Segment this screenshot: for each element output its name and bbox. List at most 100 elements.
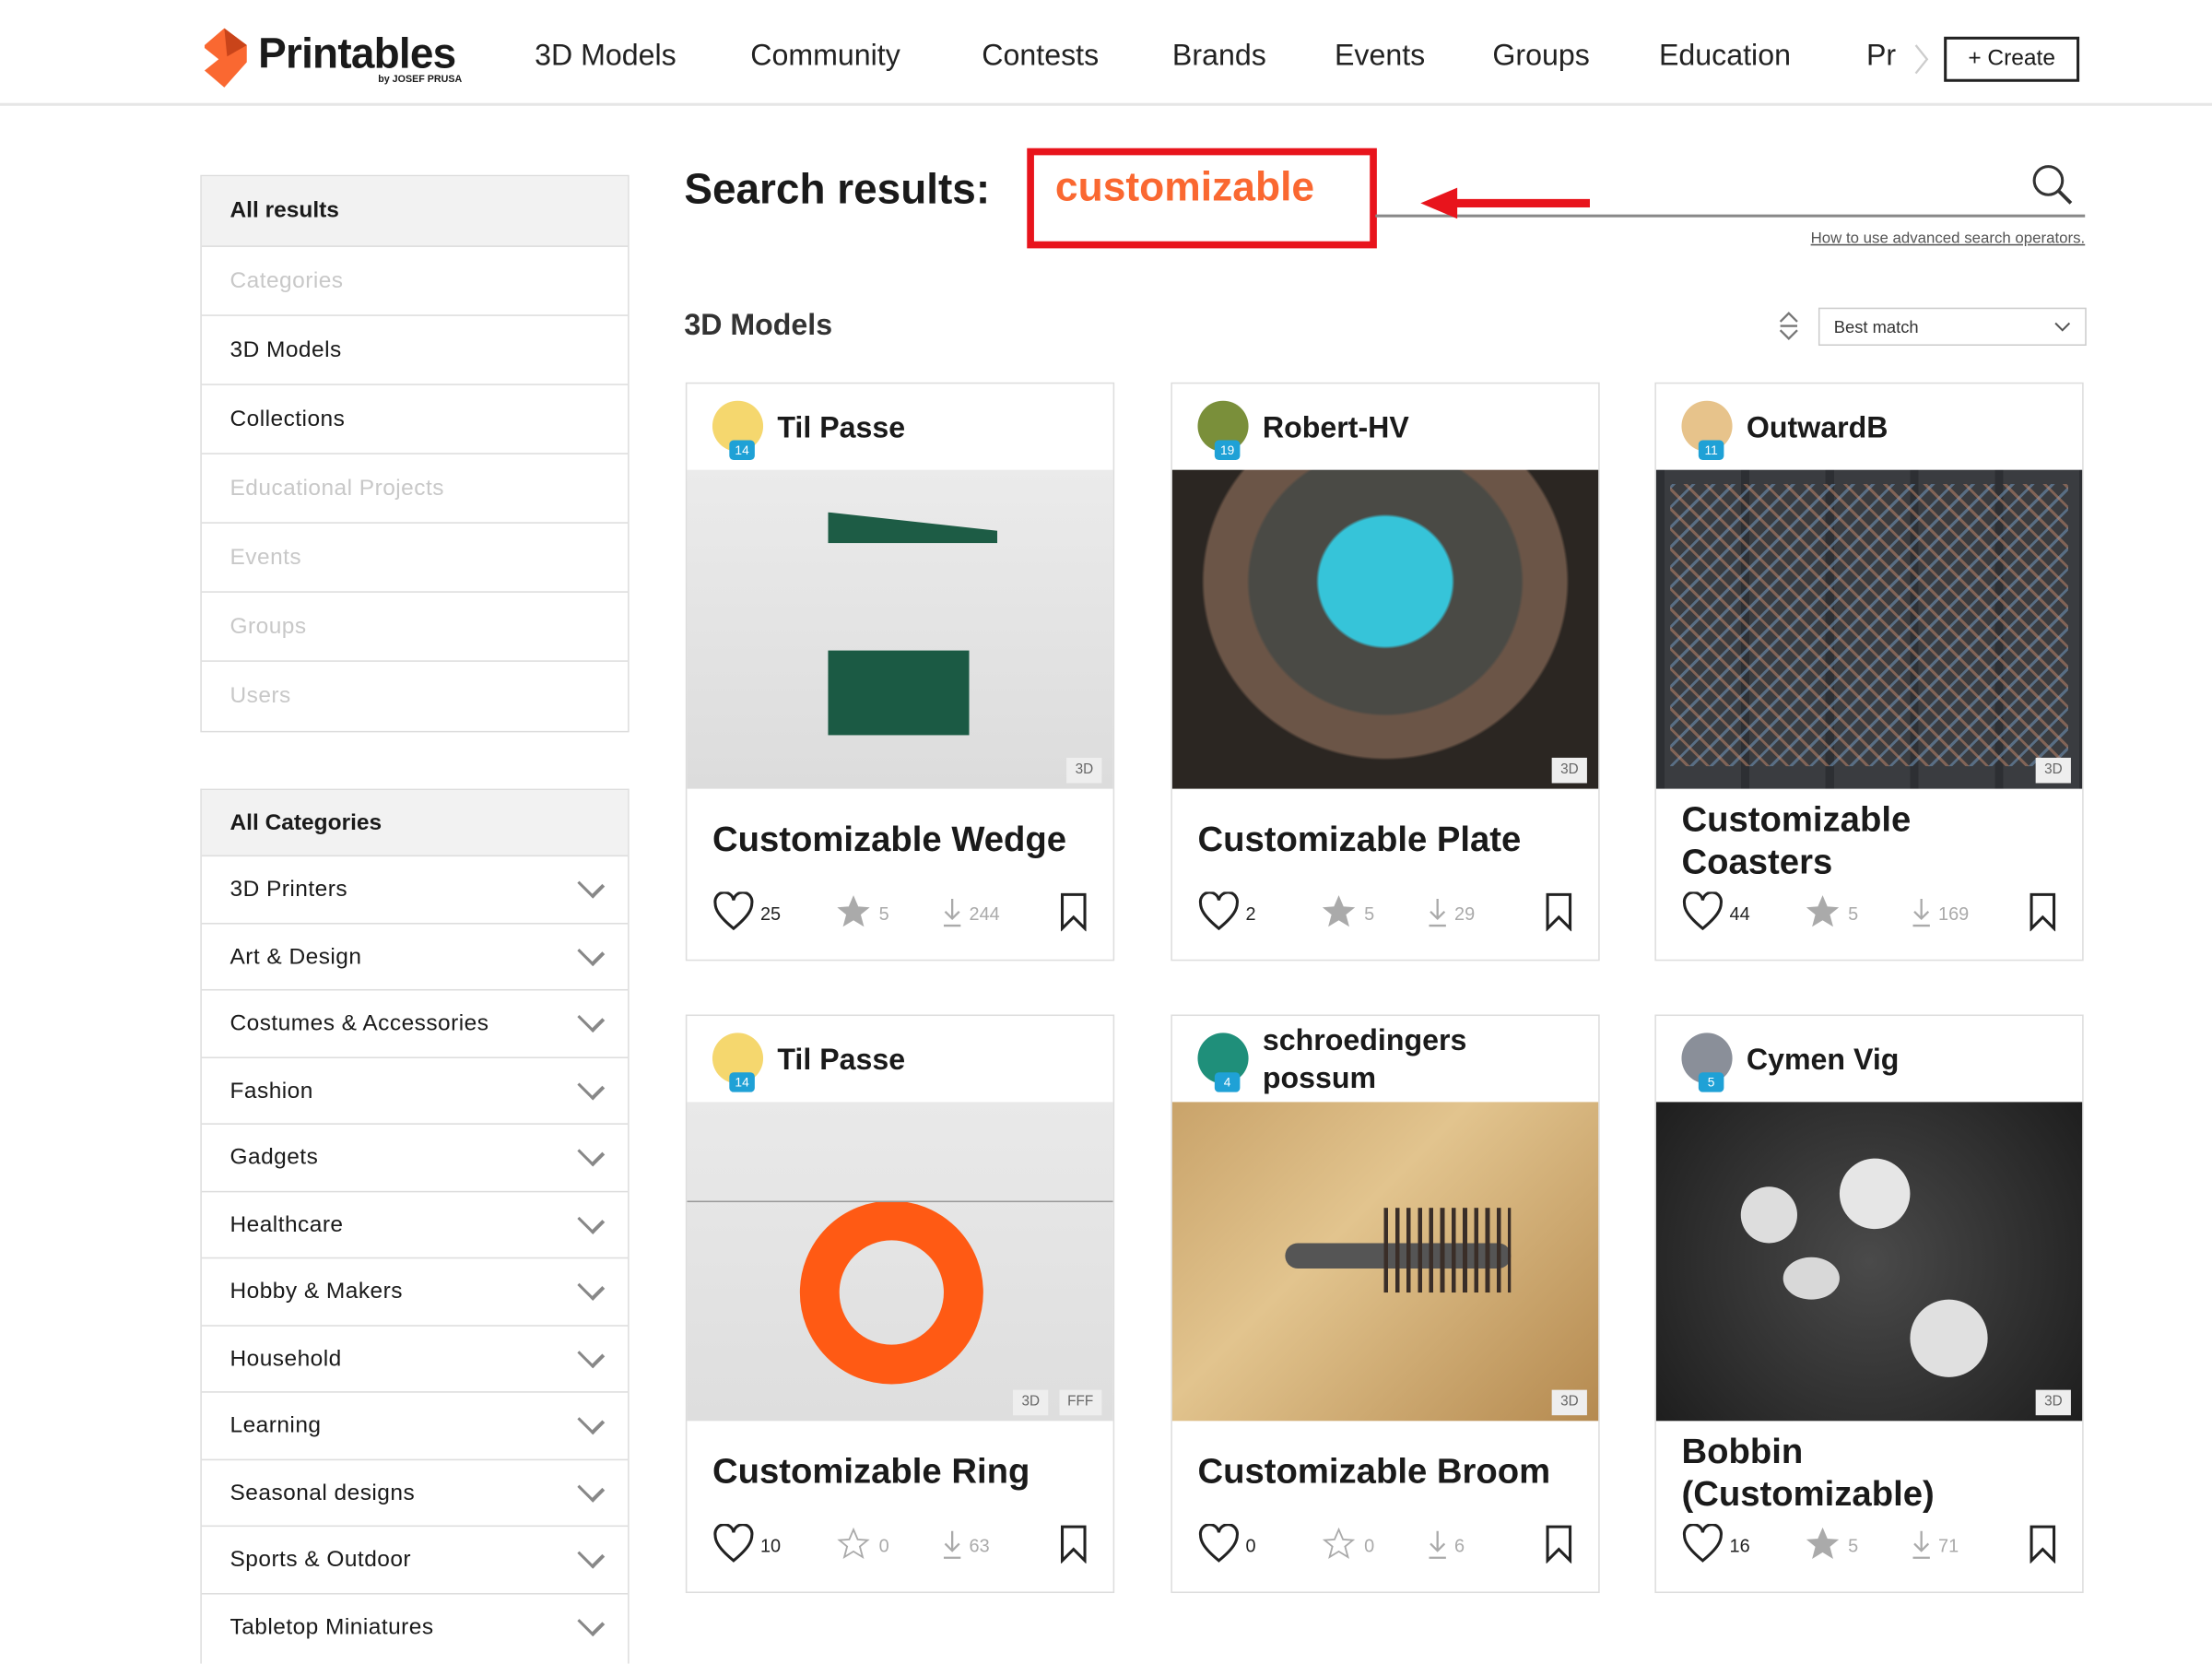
author-name[interactable]: OutwardB [1747,409,1888,447]
all-results-header[interactable]: All results [201,176,629,247]
nav-events[interactable]: Events [1335,40,1425,74]
nav-clipped-item[interactable]: Pr [1866,40,1906,74]
model-title[interactable]: Customizable Plate [1197,819,1578,861]
model-thumbnail[interactable]: 3D [1655,469,2083,789]
sort-order-icon[interactable] [1776,309,1802,343]
category-item[interactable]: Hobby & Makers [201,1258,629,1326]
model-title[interactable]: Customizable Coasters [1681,798,2062,883]
download-icon [943,1530,961,1559]
model-thumbnail[interactable]: 3D FFF [687,1102,1113,1422]
chevron-down-icon [2054,322,2071,332]
bookmark-icon[interactable] [1059,1524,1088,1564]
create-button[interactable]: + Create [1944,36,2080,82]
model-tag: 3D [1013,1389,1049,1416]
heart-icon[interactable] [712,891,755,931]
filter-groups[interactable]: Groups [201,593,629,662]
nav-contests[interactable]: Contests [982,40,1099,74]
heart-icon[interactable] [1197,891,1240,931]
category-item[interactable]: Learning [201,1393,629,1460]
bookmark-icon[interactable] [2029,1524,2057,1564]
model-title[interactable]: Customizable Broom [1197,1450,1578,1493]
chevron-down-icon[interactable] [577,1139,606,1167]
category-item[interactable]: Tabletop Miniatures [202,1594,628,1661]
filter-collections[interactable]: Collections [201,385,629,454]
user-level-badge: 14 [729,1072,755,1092]
category-label: Sports & Outdoor [229,1548,412,1573]
author-name[interactable]: schroedingers possum [1263,1021,1502,1098]
nav-3d-models[interactable]: 3D Models [535,40,677,74]
model-title[interactable]: Customizable Ring [712,1450,1093,1493]
filter-educational-projects[interactable]: Educational Projects [201,454,629,524]
heart-icon[interactable] [712,1524,755,1564]
heart-icon[interactable] [1197,1524,1240,1564]
model-card[interactable]: 5 Cymen Vig 3D Bobbin (Customizable) 16 … [1654,1014,2084,1594]
author-name[interactable]: Robert-HV [1263,409,1409,447]
filter-events[interactable]: Events [201,524,629,593]
model-thumbnail[interactable]: 3D [687,469,1113,789]
author-name[interactable]: Cymen Vig [1747,1042,1900,1080]
author-name[interactable]: Til Passe [777,1042,905,1080]
chevron-down-icon[interactable] [577,1272,606,1301]
category-item[interactable]: Healthcare [201,1192,629,1259]
chevron-down-icon[interactable] [577,1005,606,1033]
filter-3d-models[interactable]: 3D Models [201,316,629,385]
model-card[interactable]: 11 OutwardB 3D Customizable Coasters 44 … [1654,382,2084,962]
sort-select[interactable]: Best match [1818,307,2087,346]
chevron-down-icon[interactable] [577,1071,606,1100]
category-item[interactable]: Costumes & Accessories [201,990,629,1058]
model-stats: 25 5 244 [712,891,1093,934]
chevron-down-icon[interactable] [577,1608,606,1636]
model-card[interactable]: 19 Robert-HV 3D Customizable Plate 2 5 2… [1171,382,1600,962]
heart-icon[interactable] [1681,1524,1724,1564]
nav-brands[interactable]: Brands [1172,40,1266,74]
like-count: 2 [1245,903,1256,925]
advanced-search-link[interactable]: How to use advanced search operators. [1811,230,2086,246]
chevron-down-icon[interactable] [577,1407,606,1435]
nav-scroll-chevron-icon[interactable] [1912,42,1929,77]
bookmark-icon[interactable] [1545,891,1573,932]
chevron-down-icon[interactable] [577,870,606,899]
category-label: Hobby & Makers [229,1280,403,1304]
bookmark-icon[interactable] [1545,1524,1573,1564]
model-card[interactable]: 14 Til Passe 3D Customizable Wedge 25 5 … [685,382,1115,962]
chevron-down-icon[interactable] [577,1339,606,1368]
bookmark-icon[interactable] [1059,891,1088,932]
category-label: Tabletop Miniatures [229,1614,434,1639]
chevron-down-icon[interactable] [577,1540,606,1569]
category-item[interactable]: Seasonal designs [201,1459,629,1528]
model-title[interactable]: Bobbin (Customizable) [1681,1431,2062,1516]
category-item[interactable]: 3D Printers [201,856,629,924]
category-item[interactable]: Sports & Outdoor [201,1527,629,1594]
chevron-down-icon[interactable] [577,938,606,966]
model-thumbnail[interactable]: 3D [1655,1102,2083,1422]
heart-icon[interactable] [1681,891,1724,931]
like-count: 10 [759,1535,782,1557]
all-categories-header[interactable]: All Categories [201,790,629,857]
category-item[interactable]: Household [201,1326,629,1393]
nav-community[interactable]: Community [750,40,900,74]
category-item[interactable]: Art & Design [201,924,629,991]
search-input[interactable]: customizable [1055,165,1314,212]
chevron-down-icon[interactable] [577,1206,606,1234]
categories-panel: All Categories 3D Printers Art & Design Co… [200,788,629,1664]
printables-logo-icon[interactable] [204,28,247,88]
download-count: 29 [1454,903,1476,925]
model-title[interactable]: Customizable Wedge [712,819,1093,861]
filter-categories[interactable]: Categories [201,247,629,316]
category-item[interactable]: Gadgets [201,1125,629,1192]
nav-groups[interactable]: Groups [1492,40,1589,74]
nav-education[interactable]: Education [1659,40,1791,74]
bookmark-icon[interactable] [2029,891,2057,932]
model-card[interactable]: 14 Til Passe 3D FFF Customizable Ring 10 … [685,1014,1115,1594]
search-icon[interactable] [2030,162,2076,207]
category-item[interactable]: Fashion [201,1057,629,1125]
logo-text[interactable]: Printables [258,31,456,79]
like-count: 44 [1729,903,1750,925]
chevron-down-icon[interactable] [577,1474,606,1502]
model-card[interactable]: 4 schroedingers possum 3D Customizable B… [1171,1014,1600,1594]
model-thumbnail[interactable]: 3D [1171,469,1599,789]
model-thumbnail[interactable]: 3D [1171,1102,1599,1422]
model-stats: 0 0 6 [1197,1524,1578,1566]
author-name[interactable]: Til Passe [777,409,905,447]
filter-users[interactable]: Users [202,662,628,731]
